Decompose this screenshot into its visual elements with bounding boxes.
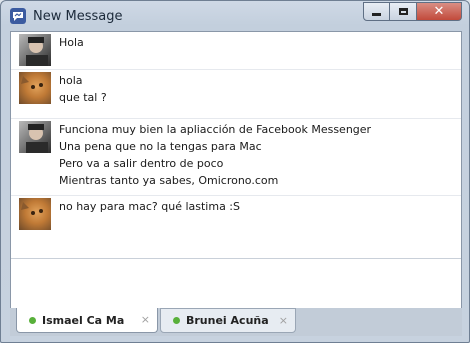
minimize-button[interactable] [363, 2, 390, 21]
reply-input[interactable] [11, 259, 461, 308]
message-text: Pero va a salir dentro de poco [59, 157, 224, 170]
message-text: Una pena que no la tengas para Mac [59, 140, 262, 153]
message-item: Funciona muy bien la apliacción de Faceb… [11, 119, 461, 196]
chat-tab-bar: Ismael Ca Ma × Brunei Acuña × [10, 308, 462, 336]
avatar [19, 198, 51, 230]
message-item: no hay para mac? qué lastima :S [11, 196, 461, 232]
chat-tab-label: Brunei Acuña [186, 314, 269, 327]
chat-tab-label: Ismael Ca Ma [42, 313, 125, 327]
online-status-icon [29, 316, 36, 324]
messenger-window: New Message ✕ Hola hola que tal ? Funcio… [0, 0, 470, 343]
maximize-button[interactable] [390, 2, 417, 21]
message-text: hola [59, 74, 83, 87]
chat-tab-brunei[interactable]: Brunei Acuña × [160, 308, 296, 333]
avatar [19, 72, 51, 104]
message-text: Funciona muy bien la apliacción de Faceb… [59, 123, 372, 136]
message-text: Hola [59, 36, 84, 49]
online-status-icon [173, 317, 180, 324]
close-icon: ✕ [433, 4, 445, 19]
messenger-icon [10, 8, 26, 24]
chat-tab-ismael[interactable]: Ismael Ca Ma × [16, 308, 158, 333]
close-button[interactable]: ✕ [417, 2, 462, 21]
message-text: que tal ? [59, 91, 107, 104]
window-title: New Message [33, 9, 123, 24]
avatar [19, 121, 51, 153]
close-tab-icon[interactable]: × [279, 314, 288, 327]
window-controls: ✕ [363, 2, 462, 22]
conversation-panel[interactable]: Hola hola que tal ? Funciona muy bien la… [10, 31, 462, 309]
message-item: hola que tal ? [11, 70, 461, 119]
minimize-icon [372, 13, 381, 16]
avatar [19, 34, 51, 66]
message-text: Mientras tanto ya sabes, Omicrono.com [59, 174, 279, 187]
title-bar[interactable]: New Message ✕ [1, 1, 469, 31]
maximize-icon [398, 8, 408, 15]
message-item: Hola [11, 32, 461, 70]
message-text: no hay para mac? qué lastima :S [59, 200, 240, 213]
close-tab-icon[interactable]: × [141, 313, 150, 326]
